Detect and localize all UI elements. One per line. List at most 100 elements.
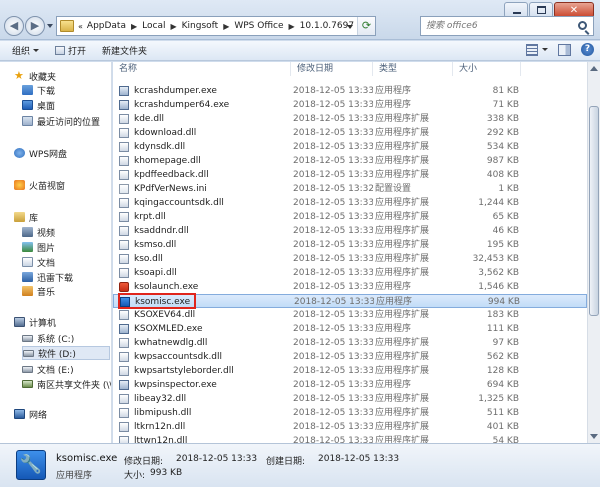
file-row[interactable]: ltkrn12n.dll 2018-12-05 13:33 应用程序扩展 401 KB bbox=[113, 420, 587, 434]
file-modified-date: 2018-12-05 13:33 bbox=[293, 338, 373, 348]
scroll-down-icon[interactable] bbox=[590, 434, 598, 439]
recent-locations-chevron-icon[interactable] bbox=[47, 24, 53, 28]
address-bar[interactable]: « AppData ▶ Local ▶ Kingsoft ▶ WPS Office ▶ … bbox=[56, 16, 376, 36]
file-row[interactable]: kpdffeedback.dll 2018-12-05 13:33 应用程序扩展 40… bbox=[113, 168, 587, 182]
preview-pane-icon[interactable] bbox=[558, 43, 571, 56]
breadcrumb-separator-icon[interactable]: ▶ bbox=[223, 22, 229, 31]
file-row[interactable]: kwpsaccountsdk.dll 2018-12-05 13:33 应用程序扩展… bbox=[113, 350, 587, 364]
nav-item-label: 南区共享文件夹 (\\1 bbox=[37, 380, 112, 391]
open-button[interactable]: 打开 bbox=[51, 43, 90, 59]
file-row[interactable]: kso.dll 2018-12-05 13:33 应用程序扩展 32,453 KB bbox=[113, 252, 587, 266]
doc-icon bbox=[22, 257, 33, 267]
column-header-type[interactable]: 类型 bbox=[373, 62, 453, 76]
new-folder-label: 新建文件夹 bbox=[102, 47, 148, 57]
nav-item-label: 下载 bbox=[37, 86, 56, 97]
file-row[interactable]: KSOXMLED.exe 2018-12-05 13:33 应用程序 111 KB bbox=[113, 322, 587, 336]
address-dropdown-icon[interactable] bbox=[347, 25, 353, 29]
file-list[interactable]: kcrashdumper.exe 2018-12-05 13:33 应用程序 81 K… bbox=[113, 76, 587, 443]
file-type: 应用程序扩展 bbox=[375, 254, 430, 264]
file-row[interactable]: kdynsdk.dll 2018-12-05 13:33 应用程序扩展 534 KB bbox=[113, 140, 587, 154]
file-modified-date: 2018-12-05 13:33 bbox=[294, 297, 374, 307]
column-header-name[interactable]: 名称 bbox=[113, 62, 291, 76]
file-row[interactable]: kcrashdumper64.exe 2018-12-05 13:33 应用程序 71… bbox=[113, 98, 587, 112]
file-row[interactable]: kqingaccountsdk.dll 2018-12-05 13:33 应用程序扩… bbox=[113, 196, 587, 210]
file-modified-date: 2018-12-05 13:33 bbox=[293, 128, 373, 138]
file-row[interactable]: kwpsartstyleborder.dll 2018-12-05 13:33 应用… bbox=[113, 364, 587, 378]
file-type: 应用程序扩展 bbox=[375, 352, 430, 362]
pic-icon bbox=[22, 242, 33, 252]
file-modified-date: 2018-12-05 13:33 bbox=[293, 170, 373, 180]
nav-item[interactable]: 最近访问的位置 bbox=[22, 114, 110, 128]
nav-item[interactable]: 网络 bbox=[14, 407, 110, 421]
nav-item[interactable]: 文档 bbox=[22, 255, 110, 269]
file-row[interactable]: ksolaunch.exe 2018-12-05 13:33 应用程序 1,546 K… bbox=[113, 280, 587, 294]
nav-item[interactable]: 库 bbox=[14, 210, 110, 224]
file-row[interactable]: ksoapi.dll 2018-12-05 13:33 应用程序扩展 3,562 KB bbox=[113, 266, 587, 280]
nav-item[interactable]: 图片 bbox=[22, 240, 110, 254]
scroll-up-icon[interactable] bbox=[590, 66, 598, 71]
file-row[interactable]: khomepage.dll 2018-12-05 13:33 应用程序扩展 987 K… bbox=[113, 154, 587, 168]
file-row[interactable]: KSOXEV64.dll 2018-12-05 13:33 应用程序扩展 183 KB bbox=[113, 308, 587, 322]
dll-file-icon bbox=[119, 128, 129, 138]
file-row[interactable]: kwpsinspector.exe 2018-12-05 13:33 应用程序 694… bbox=[113, 378, 587, 392]
file-row[interactable]: kdownload.dll 2018-12-05 13:33 应用程序扩展 292 K… bbox=[113, 126, 587, 140]
file-size: 408 KB bbox=[486, 170, 519, 180]
file-row[interactable]: ksmso.dll 2018-12-05 13:33 应用程序扩展 195 KB bbox=[113, 238, 587, 252]
file-row[interactable]: libeay32.dll 2018-12-05 13:33 应用程序扩展 1,325 … bbox=[113, 392, 587, 406]
command-bar: 组织 打开 新建文件夹 ? bbox=[0, 41, 600, 61]
nav-item[interactable]: 音乐 bbox=[22, 284, 110, 298]
view-options-icon[interactable] bbox=[526, 43, 538, 56]
file-row[interactable]: libmipush.dll 2018-12-05 13:33 应用程序扩展 511 K… bbox=[113, 406, 587, 420]
file-modified-date: 2018-12-05 13:32 bbox=[293, 184, 373, 194]
breadcrumb-item[interactable]: 10.1.0.7697 bbox=[300, 21, 354, 31]
open-label: 打开 bbox=[68, 47, 87, 57]
new-folder-button[interactable]: 新建文件夹 bbox=[98, 43, 151, 59]
file-row[interactable]: lttwn12n.dll 2018-12-05 13:33 应用程序扩展 54 KB bbox=[113, 434, 587, 443]
nav-item[interactable]: 视频 bbox=[22, 225, 110, 239]
nav-item[interactable]: 系统 (C:) bbox=[22, 331, 110, 345]
breadcrumb-separator-icon[interactable]: ▶ bbox=[170, 22, 176, 31]
nav-item[interactable]: 火苗视窗 bbox=[14, 178, 110, 192]
file-size: 71 KB bbox=[492, 100, 519, 110]
help-icon[interactable]: ? bbox=[581, 43, 594, 56]
nav-item[interactable]: 文档 (E:) bbox=[22, 362, 110, 376]
organize-menu[interactable]: 组织 bbox=[8, 43, 43, 59]
scrollbar-thumb[interactable] bbox=[589, 106, 599, 316]
chevron-down-icon[interactable] bbox=[542, 48, 548, 51]
nav-item[interactable]: ★ 收藏夹 bbox=[14, 69, 110, 83]
back-button[interactable]: ◀ bbox=[4, 16, 24, 36]
file-row[interactable]: kwhatnewdlg.dll 2018-12-05 13:33 应用程序扩展 97 … bbox=[113, 336, 587, 350]
column-header-date[interactable]: 修改日期 bbox=[291, 62, 373, 76]
breadcrumb-item[interactable]: Local bbox=[142, 21, 165, 31]
breadcrumb-overflow[interactable]: « bbox=[78, 22, 83, 31]
file-row[interactable]: krpt.dll 2018-12-05 13:33 应用程序扩展 65 KB bbox=[113, 210, 587, 224]
file-row[interactable]: ksomisc.exe 2018-12-05 13:33 应用程序 994 KB bbox=[113, 293, 587, 309]
nav-item[interactable]: 软件 (D:) bbox=[22, 346, 110, 360]
nav-item[interactable]: 南区共享文件夹 (\\1 bbox=[22, 377, 112, 391]
navigation-pane[interactable]: ★ 收藏夹下载 桌面最近访问的位置 WPS网盘火苗视窗库视频 图片 文档 迅雷下载 音乐计算机… bbox=[0, 62, 112, 443]
breadcrumb-separator-icon[interactable]: ▶ bbox=[289, 22, 295, 31]
search-icon[interactable] bbox=[578, 21, 587, 30]
file-row[interactable]: kde.dll 2018-12-05 13:33 应用程序扩展 338 KB bbox=[113, 112, 587, 126]
breadcrumb-item[interactable]: WPS Office bbox=[234, 21, 283, 31]
file-name: ksoapi.dll bbox=[134, 268, 177, 278]
file-row[interactable]: KPdfVerNews.ini 2018-12-05 13:32 配置设置 1 KB bbox=[113, 182, 587, 196]
nav-item[interactable]: 桌面 bbox=[22, 98, 110, 112]
search-input[interactable] bbox=[421, 18, 571, 34]
file-row[interactable]: ksaddndr.dll 2018-12-05 13:33 应用程序扩展 46 KB bbox=[113, 224, 587, 238]
nav-item[interactable]: 下载 bbox=[22, 83, 110, 97]
refresh-button[interactable]: ⟳ bbox=[357, 17, 375, 35]
search-box[interactable] bbox=[420, 16, 594, 36]
nav-item[interactable]: 迅雷下载 bbox=[22, 270, 110, 284]
nav-item[interactable]: 计算机 bbox=[14, 315, 110, 329]
file-row[interactable]: kcrashdumper.exe 2018-12-05 13:33 应用程序 81 K… bbox=[113, 84, 587, 98]
breadcrumb-item[interactable]: AppData bbox=[87, 21, 126, 31]
breadcrumb-separator-icon[interactable]: ▶ bbox=[131, 22, 137, 31]
nav-item[interactable]: WPS网盘 bbox=[14, 146, 110, 160]
vertical-scrollbar[interactable] bbox=[587, 62, 600, 443]
column-header-size[interactable]: 大小 bbox=[453, 62, 521, 76]
forward-button[interactable]: ▶ bbox=[25, 16, 45, 36]
file-modified-date: 2018-12-05 13:33 bbox=[293, 254, 373, 264]
breadcrumb-item[interactable]: Kingsoft bbox=[182, 21, 219, 31]
file-size: 694 KB bbox=[486, 380, 519, 390]
